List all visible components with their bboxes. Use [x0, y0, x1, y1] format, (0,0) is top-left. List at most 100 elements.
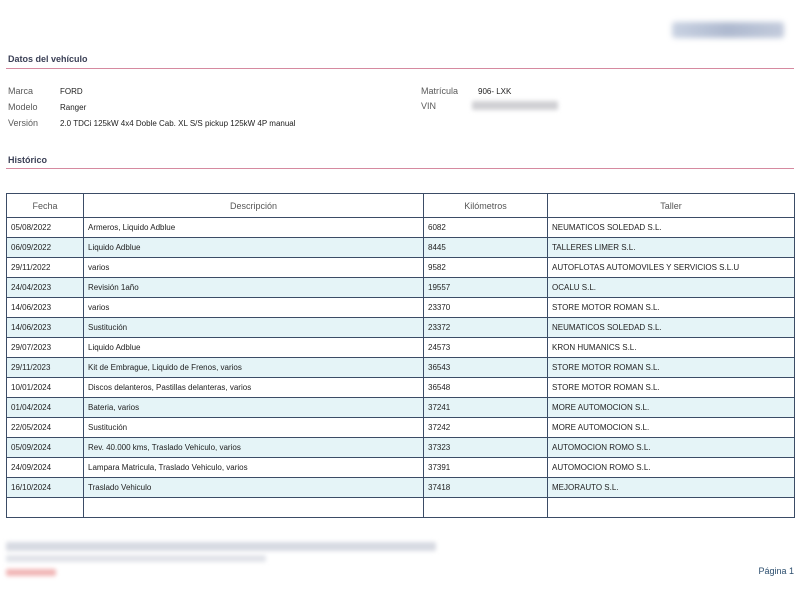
cell-fecha: 24/09/2024	[6, 457, 84, 478]
footer-legal-text-redacted	[6, 542, 436, 551]
cell-fecha: 06/09/2022	[6, 237, 84, 258]
marca-label: Marca	[8, 86, 34, 96]
vin-value-redacted	[472, 101, 558, 110]
vehicle-section-title: Datos del vehículo	[8, 54, 88, 64]
cell-taller: NEUMATICOS SOLEDAD S.L.	[547, 217, 795, 238]
cell-taller: NEUMATICOS SOLEDAD S.L.	[547, 317, 795, 338]
cell-km: 37391	[423, 457, 548, 478]
cell-descripcion: Revisión 1año	[83, 277, 424, 298]
modelo-label: Modelo	[8, 102, 38, 112]
cell-fecha: 01/04/2024	[6, 397, 84, 418]
cell-descripcion: Kit de Embrague, Liquido de Frenos, vari…	[83, 357, 424, 378]
cell-empty	[6, 497, 84, 518]
cell-km: 6082	[423, 217, 548, 238]
page-number: Página 1	[758, 566, 794, 576]
section-divider	[6, 168, 794, 169]
cell-km: 36548	[423, 377, 548, 398]
table-row: 22/05/2024 Sustitución 37242 MORE AUTOMOCIO…	[6, 417, 795, 438]
cell-km: 37418	[423, 477, 548, 498]
modelo-value: Ranger	[60, 103, 87, 112]
column-header-fecha: Fecha	[6, 193, 84, 218]
cell-descripcion: varios	[83, 257, 424, 278]
table-row: 24/09/2024 Lampara Matricula, Traslado Ve…	[6, 457, 795, 478]
cell-empty	[83, 497, 424, 518]
cell-taller: STORE MOTOR ROMAN S.L.	[547, 377, 795, 398]
footer-mark-redacted	[6, 569, 56, 576]
cell-descripcion: Rev. 40.000 kms, Traslado Vehiculo, vari…	[83, 437, 424, 458]
table-row: 29/07/2023 Liquido Adblue 24573 KRON HUMANI…	[6, 337, 795, 358]
cell-empty	[423, 497, 548, 518]
marca-value: FORD	[60, 87, 83, 96]
cell-empty	[547, 497, 795, 518]
cell-km: 37241	[423, 397, 548, 418]
table-body: 05/08/2022 Armeros, Liquido Adblue 6082 NEU…	[6, 217, 795, 518]
table-row: 10/01/2024 Discos delanteros, Pastillas d…	[6, 377, 795, 398]
cell-taller: AUTOMOCION ROMO S.L.	[547, 437, 795, 458]
table-row: 14/06/2023 varios 23370 STORE MOTOR ROMAN S…	[6, 297, 795, 318]
matricula-label: Matrícula	[421, 86, 459, 96]
version-label: Versión	[8, 118, 39, 128]
cell-taller: AUTOMOCION ROMO S.L.	[547, 457, 795, 478]
cell-descripcion: Bateria, varios	[83, 397, 424, 418]
cell-km: 19557	[423, 277, 548, 298]
cell-taller: TALLERES LIMER S.L.	[547, 237, 795, 258]
table-row: 05/09/2024 Rev. 40.000 kms, Traslado Vehi…	[6, 437, 795, 458]
cell-taller: AUTOFLOTAS AUTOMOVILES Y SERVICIOS S.L.U	[547, 257, 795, 278]
table-row: 14/06/2023 Sustitución 23372 NEUMATICOS SOL…	[6, 317, 795, 338]
cell-taller: MORE AUTOMOCION S.L.	[547, 417, 795, 438]
table-row: 24/04/2023 Revisión 1año 19557 OCALU S.L.	[6, 277, 795, 298]
table-row: 29/11/2022 varios 9582 AUTOFLOTAS AUTOMOVIL…	[6, 257, 795, 278]
cell-fecha: 10/01/2024	[6, 377, 84, 398]
footer-legal-text-redacted	[6, 555, 266, 562]
cell-fecha: 05/09/2024	[6, 437, 84, 458]
cell-fecha: 16/10/2024	[6, 477, 84, 498]
cell-descripcion: Sustitución	[83, 317, 424, 338]
cell-descripcion: Sustitución	[83, 417, 424, 438]
cell-km: 8445	[423, 237, 548, 258]
cell-fecha: 05/08/2022	[6, 217, 84, 238]
history-table: Fecha Descripción Kilómetros Taller 05/0…	[6, 193, 795, 518]
table-row: 06/09/2022 Liquido Adblue 8445 TALLERES LIM…	[6, 237, 795, 258]
cell-descripcion: varios	[83, 297, 424, 318]
cell-fecha: 14/06/2023	[6, 317, 84, 338]
cell-fecha: 29/07/2023	[6, 337, 84, 358]
cell-descripcion: Liquido Adblue	[83, 337, 424, 358]
cell-taller: OCALU S.L.	[547, 277, 795, 298]
cell-fecha: 29/11/2022	[6, 257, 84, 278]
column-header-taller: Taller	[547, 193, 795, 218]
cell-taller: KRON HUMANICS S.L.	[547, 337, 795, 358]
cell-fecha: 29/11/2023	[6, 357, 84, 378]
cell-km: 23372	[423, 317, 548, 338]
cell-taller: STORE MOTOR ROMAN S.L.	[547, 357, 795, 378]
version-value: 2.0 TDCi 125kW 4x4 Doble Cab. XL S/S pic…	[60, 119, 296, 128]
matricula-value: 906- LXK	[478, 87, 512, 96]
cell-fecha: 14/06/2023	[6, 297, 84, 318]
history-section-title: Histórico	[8, 155, 48, 165]
table-row: 16/10/2024 Traslado Vehiculo 37418 MEJORAUT…	[6, 477, 795, 498]
column-header-kilometros: Kilómetros	[423, 193, 548, 218]
table-row: 29/11/2023 Kit de Embrague, Liquido de Fr…	[6, 357, 795, 378]
cell-fecha: 24/04/2023	[6, 277, 84, 298]
cell-taller: MORE AUTOMOCION S.L.	[547, 397, 795, 418]
cell-fecha: 22/05/2024	[6, 417, 84, 438]
cell-descripcion: Discos delanteros, Pastillas delanteras,…	[83, 377, 424, 398]
cell-descripcion: Traslado Vehiculo	[83, 477, 424, 498]
cell-km: 23370	[423, 297, 548, 318]
cell-km: 36543	[423, 357, 548, 378]
vin-label: VIN	[421, 101, 437, 111]
table-row: 05/08/2022 Armeros, Liquido Adblue 6082 NEU…	[6, 217, 795, 238]
brand-logo	[672, 22, 784, 38]
cell-taller: MEJORAUTO S.L.	[547, 477, 795, 498]
cell-descripcion: Armeros, Liquido Adblue	[83, 217, 424, 238]
column-header-descripcion: Descripción	[83, 193, 424, 218]
cell-km: 24573	[423, 337, 548, 358]
table-row-empty	[6, 497, 795, 518]
cell-descripcion: Liquido Adblue	[83, 237, 424, 258]
table-header-row: Fecha Descripción Kilómetros Taller	[6, 193, 795, 218]
cell-km: 37242	[423, 417, 548, 438]
section-divider	[6, 68, 794, 69]
table-row: 01/04/2024 Bateria, varios 37241 MORE AUTOM…	[6, 397, 795, 418]
cell-km: 9582	[423, 257, 548, 278]
cell-taller: STORE MOTOR ROMAN S.L.	[547, 297, 795, 318]
cell-km: 37323	[423, 437, 548, 458]
